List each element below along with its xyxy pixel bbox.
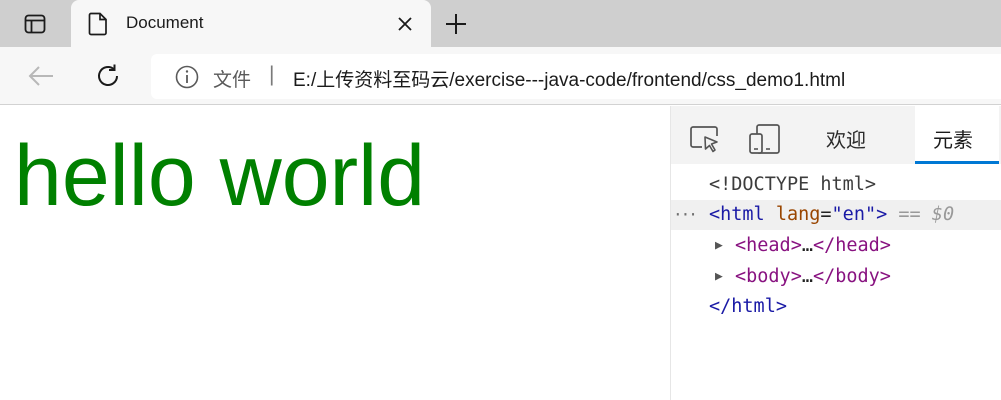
body-close-tag: </body> xyxy=(812,266,891,287)
html-close-tag: </html> xyxy=(709,296,787,317)
dom-html-row[interactable]: ··· <html lang="en"> == $0 xyxy=(671,200,1001,230)
tab-title: Document xyxy=(126,13,204,32)
active-tab-indicator xyxy=(915,161,999,164)
reload-icon[interactable] xyxy=(92,60,124,92)
device-emulation-icon[interactable] xyxy=(748,123,782,155)
toolbar: 文件 | E:/上传资料至码云/exercise---java-code/fro… xyxy=(0,47,1001,105)
address-url[interactable]: E:/上传资料至码云/exercise---java-code/frontend… xyxy=(293,65,845,92)
expand-triangle-icon[interactable]: ▶ xyxy=(715,262,723,292)
address-bar[interactable]: 文件 | E:/上传资料至码云/exercise---java-code/fro… xyxy=(151,54,1001,99)
dom-html-close-row[interactable]: </html> xyxy=(671,292,1001,322)
body-open-tag: <body> xyxy=(735,266,802,287)
row-actions-dots[interactable]: ··· xyxy=(673,200,698,230)
expand-triangle-icon[interactable]: ▶ xyxy=(715,231,723,261)
head-open-tag: <head> xyxy=(735,235,802,256)
devtools-tabbar: 欢迎 元素 xyxy=(671,106,1001,164)
dom-body-row[interactable]: ▶ <body>…</body> xyxy=(671,262,1001,292)
head-ellipsis: … xyxy=(801,235,813,256)
close-icon[interactable] xyxy=(394,13,416,35)
html-attr-eq: = xyxy=(820,204,832,225)
document-icon xyxy=(88,12,107,36)
inspect-element-icon[interactable] xyxy=(689,123,721,155)
tab-welcome[interactable]: 欢迎 xyxy=(826,124,866,153)
doctype-text: <!DOCTYPE html> xyxy=(709,174,877,195)
address-scheme-label: 文件 xyxy=(213,70,252,91)
devtools-panel: 欢迎 元素 <!DOCTYPE html> ··· <html lang="en… xyxy=(670,106,1001,400)
page-heading: hello world xyxy=(14,128,426,224)
back-arrow-icon[interactable] xyxy=(26,61,56,91)
html-attr-value: "en" xyxy=(831,204,877,225)
html-open-tag: <html xyxy=(709,204,765,225)
tab-actions-icon[interactable] xyxy=(22,12,48,36)
body-ellipsis: … xyxy=(801,266,813,287)
dom-head-row[interactable]: ▶ <head>…</head> xyxy=(671,231,1001,261)
selected-marker: == $0 xyxy=(898,204,955,225)
tab-elements-label: 元素 xyxy=(933,130,973,152)
tab-document[interactable]: Document xyxy=(71,0,431,47)
address-separator: | xyxy=(269,63,275,86)
head-close-tag: </head> xyxy=(812,235,891,256)
tab-elements[interactable]: 元素 xyxy=(915,106,999,164)
info-icon[interactable] xyxy=(175,65,199,89)
html-attr-name: lang xyxy=(775,204,821,225)
tab-strip: Document xyxy=(0,0,1001,47)
new-tab-icon[interactable] xyxy=(443,11,469,37)
html-open-close: > xyxy=(876,204,888,225)
dom-doctype-row[interactable]: <!DOCTYPE html> xyxy=(671,170,1001,200)
